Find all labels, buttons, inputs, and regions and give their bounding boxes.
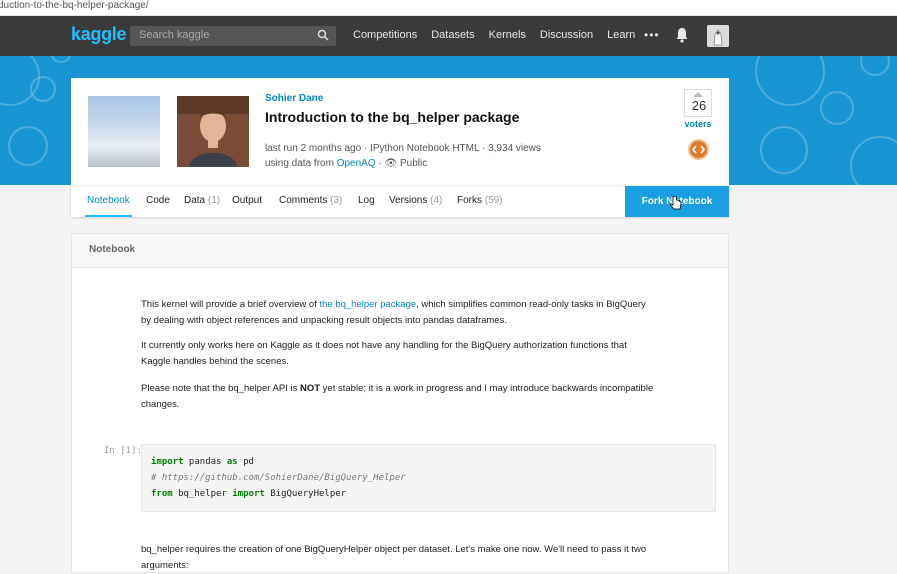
code-line-import-pandas: import pandas as pd [151, 457, 254, 467]
tab-data[interactable]: Data (1) [184, 195, 220, 206]
tab-label: Notebook [87, 195, 130, 206]
hand-cursor-icon [670, 196, 682, 210]
address-bar[interactable]: duction-to-the-bq-helper-package/ [0, 0, 897, 16]
active-tab-indicator [85, 215, 132, 217]
keyword: from [151, 489, 173, 499]
code-text: BigQueryHelper [264, 489, 347, 499]
tab-label: Forks [457, 195, 482, 206]
tab-count: (4) [430, 195, 443, 206]
kernel-data-source: using data from OpenAQ · 👁 Public [265, 158, 427, 169]
code-text: pd [237, 457, 254, 467]
tab-code[interactable]: Code [146, 195, 170, 206]
kaggle-logo[interactable]: kaggle [71, 24, 127, 45]
nav-kernels[interactable]: Kernels [489, 29, 526, 41]
tab-label: Output [232, 195, 263, 206]
data-source-prefix: using data from [265, 158, 337, 169]
p3-bold: NOT [299, 383, 321, 394]
tab-label: Log [358, 195, 375, 206]
p2-text-b: Kaggle handles behind the scenes. [141, 356, 289, 367]
p4-text-a: bq_helper requires the creation of one B… [141, 544, 647, 555]
api-warning-paragraph: Please note that the bq_helper API is NO… [141, 381, 701, 413]
kernel-meta: last run 2 months ago · IPython Notebook… [265, 143, 541, 154]
url-text: duction-to-the-bq-helper-package/ [0, 0, 149, 11]
cell-prompt: In [1]: [104, 446, 142, 456]
tab-count: (3) [330, 195, 343, 206]
notebook-header: Notebook [72, 234, 728, 268]
tab-notebook[interactable]: Notebook [87, 195, 130, 206]
kernel-title: Introduction to the bq_helper package [265, 109, 520, 125]
nav-links: Competitions Datasets Kernels Discussion… [353, 29, 649, 41]
tab-label: Versions [389, 195, 428, 206]
tab-comments[interactable]: Comments (3) [279, 195, 342, 206]
author-avatar[interactable] [177, 96, 249, 167]
notebook-panel: Notebook This kernel will provide a brie… [71, 233, 729, 573]
tab-forks[interactable]: Forks (59) [457, 195, 503, 206]
openaq-link[interactable]: OpenAQ [337, 158, 376, 169]
nav-datasets[interactable]: Datasets [431, 29, 474, 41]
keyword: import [151, 457, 184, 467]
upvote-arrow-icon [693, 92, 703, 97]
tab-versions[interactable]: Versions (4) [389, 195, 442, 206]
dataset-thumbnail[interactable] [88, 96, 160, 167]
user-avatar[interactable] [707, 25, 729, 47]
notebook-title: Notebook [89, 244, 136, 255]
code-line-comment: # https://github.com/SohierDane/BigQuery… [151, 473, 406, 483]
tab-label: Code [146, 195, 170, 206]
more-icon[interactable]: ••• [644, 28, 660, 42]
p3-text-c: changes. [141, 399, 180, 410]
p3-text-a: Please note that the bq_helper API is [141, 383, 300, 394]
kernel-tabs: Notebook Code Data (1) Output Comments (… [71, 185, 729, 217]
code-icon [688, 139, 709, 160]
search-placeholder: Search kaggle [139, 29, 210, 41]
search-icon[interactable] [317, 29, 329, 41]
nav-learn[interactable]: Learn [607, 29, 635, 41]
code-line-import-bqhelper: from bq_helper import BigQueryHelper [151, 489, 346, 499]
tab-label: Comments [279, 195, 328, 206]
kaggle-only-paragraph: It currently only works here on Kaggle a… [141, 338, 701, 370]
author-name[interactable]: Sohier Dane [265, 93, 323, 104]
tab-label: Data [184, 195, 206, 206]
voters-link[interactable]: voters [676, 119, 720, 129]
tab-count: (59) [484, 195, 503, 206]
p3-text-b: yet stable; it is a work in progress and… [320, 383, 654, 394]
code-text: bq_helper [172, 489, 233, 499]
p1-text-a: This kernel will provide a brief overvie… [141, 299, 320, 310]
nav-competitions[interactable]: Competitions [353, 29, 417, 41]
visibility-label: · 👁 Public [375, 158, 428, 169]
tab-log[interactable]: Log [358, 195, 375, 206]
bell-icon[interactable] [675, 27, 689, 43]
upvote-button[interactable]: 26 [684, 89, 712, 117]
vote-count: 26 [691, 98, 707, 113]
p1-text-b: , which simplifies common read-only task… [416, 299, 646, 310]
code-cell[interactable]: import pandas as pd # https://github.com… [141, 444, 716, 512]
intro-paragraph: This kernel will provide a brief overvie… [141, 297, 701, 329]
tab-count: (1) [207, 195, 221, 206]
p2-text-a: It currently only works here on Kaggle a… [141, 340, 627, 351]
p4-text-b: arguments: [141, 560, 189, 571]
bq-helper-link[interactable]: the bq_helper package [319, 299, 416, 310]
p1-text-c: by dealing with object references and un… [141, 315, 507, 326]
bqhelper-object-paragraph: bq_helper requires the creation of one B… [141, 542, 701, 574]
keyword: as [226, 457, 238, 467]
search-input[interactable]: Search kaggle [130, 26, 336, 46]
code-text: pandas [183, 457, 227, 467]
tab-output[interactable]: Output [232, 195, 262, 206]
top-nav: kaggle Search kaggle Competitions Datase… [0, 16, 897, 56]
nav-discussion[interactable]: Discussion [540, 29, 593, 41]
keyword: import [232, 489, 265, 499]
